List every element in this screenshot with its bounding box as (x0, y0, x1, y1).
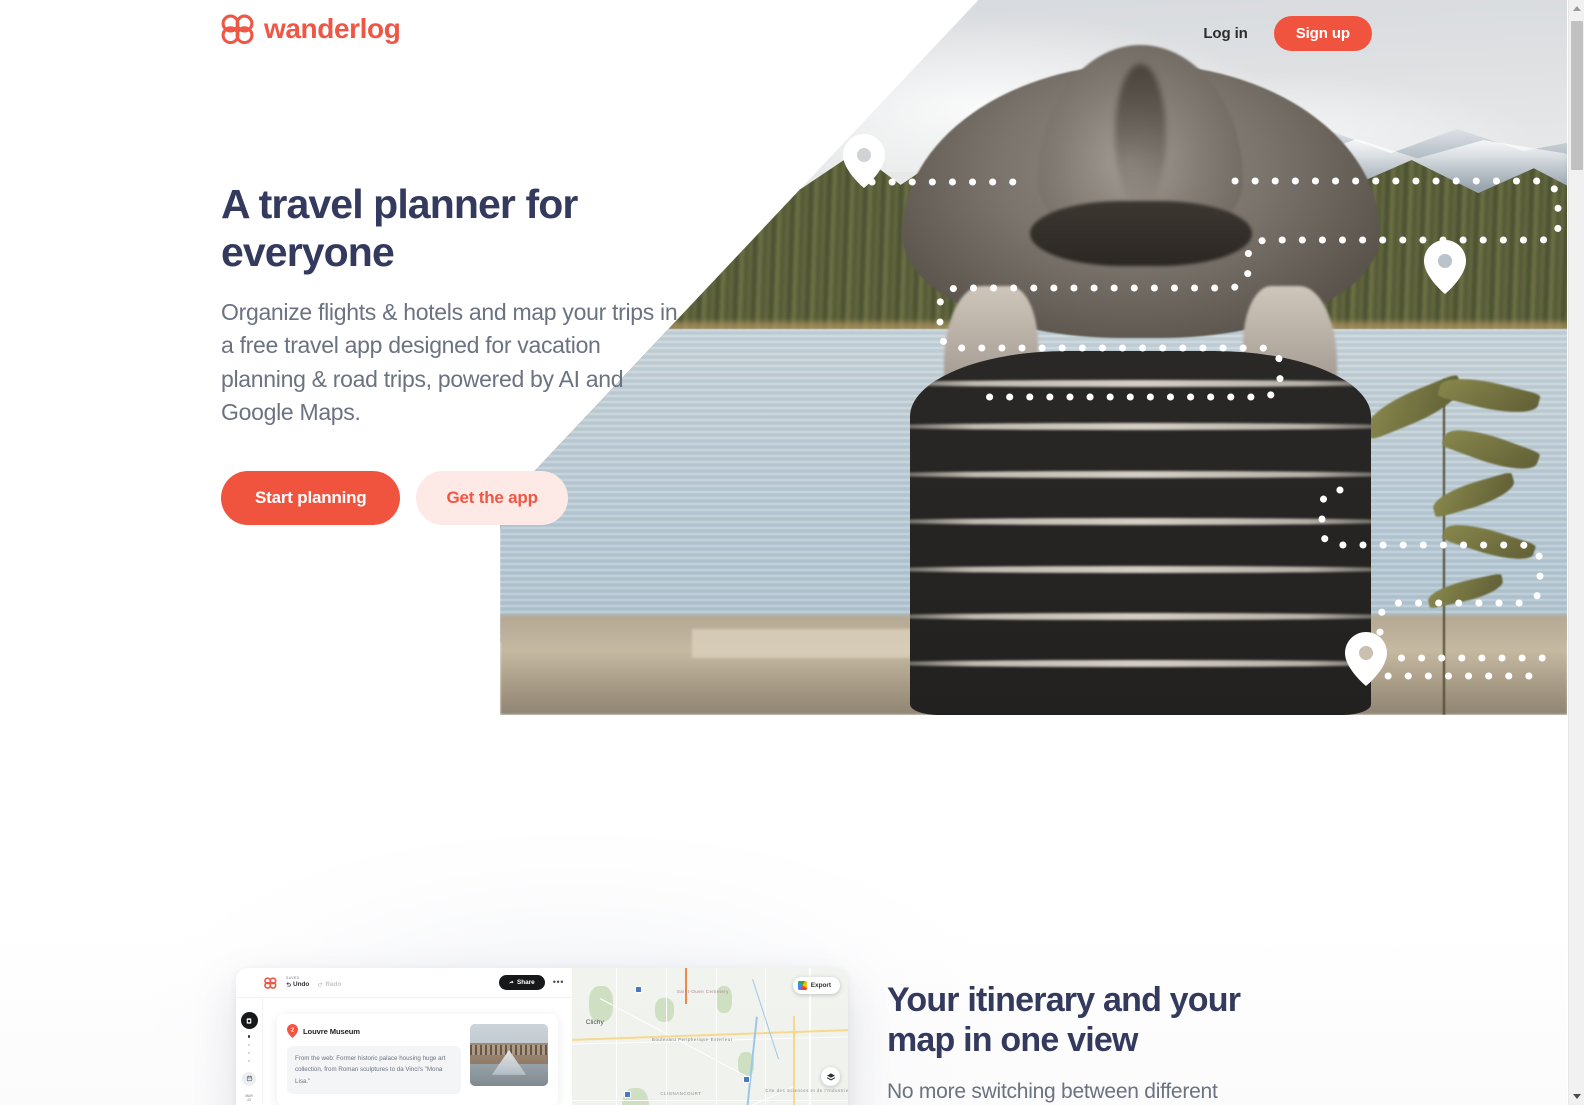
google-maps-icon (797, 981, 807, 990)
mockup-toolbar: SAVED Undo Redo Share ••• (236, 968, 572, 998)
share-label: Share (516, 979, 535, 986)
mockup-left-rail: MAR 23 (236, 998, 263, 1105)
mockup-itinerary-panel: SAVED Undo Redo Share ••• MAR 23 2 Louvr… (236, 968, 572, 1105)
map-poi-marker[interactable] (635, 986, 643, 993)
map-label: Saint-Ouen Cemetery (676, 989, 729, 994)
rail-dot (248, 1051, 250, 1054)
rail-dot (248, 1043, 250, 1046)
login-link[interactable]: Log in (1203, 25, 1247, 42)
share-button[interactable]: Share (498, 975, 545, 990)
share-arrow-icon (509, 980, 514, 984)
site-header: wanderlog Log in Sign up (0, 0, 1568, 64)
itinerary-title: Your itinerary and your map in one view (887, 980, 1287, 1060)
hero-title-line-2: everyone (221, 228, 395, 275)
mockup-map-panel[interactable]: Clichy Saint-Ouen Cemetery Boulevard Per… (572, 968, 848, 1105)
header-nav: Log in Sign up (1203, 16, 1372, 51)
itinerary-title-line-2: map in one view (887, 1021, 1138, 1060)
get-the-app-button[interactable]: Get the app (416, 471, 568, 526)
place-marker-icon: 2 (287, 1024, 298, 1038)
wanderlog-butterfly-logo (264, 976, 277, 989)
itinerary-section: SAVED Undo Redo Share ••• MAR 23 2 Louvr… (0, 715, 1568, 1105)
plant-stem (1442, 378, 1445, 715)
rail-date: MAR 23 (245, 1094, 252, 1102)
hero-copy: A travel planner for everyone Organize f… (221, 181, 691, 526)
rail-calendar-icon[interactable] (242, 1071, 256, 1086)
undo-label: Undo (293, 981, 310, 989)
redo-label: Redo (325, 981, 342, 989)
brand-logo[interactable]: wanderlog (221, 13, 401, 44)
photo-hat-band (1029, 200, 1252, 267)
map-label: CLIGNANCOURT (660, 1091, 702, 1096)
hero-title-line-1: A travel planner for (221, 181, 578, 227)
map-label: Boulevard Peripherique Exterieur (652, 1037, 733, 1042)
triangle-up-icon (1573, 6, 1581, 11)
redo-icon (318, 982, 323, 987)
itinerary-copy: Your itinerary and your map in one view … (887, 980, 1287, 1105)
map-label: Cite des Sciences et de l'Industrie (765, 1088, 848, 1093)
undo-icon (286, 982, 291, 987)
app-screenshot-mockup: SAVED Undo Redo Share ••• MAR 23 2 Louvr… (236, 968, 848, 1105)
hero-section: wanderlog Log in Sign up A travel planne… (0, 0, 1568, 715)
hero-subtitle: Organize flights & hotels and map your t… (221, 299, 678, 426)
undo-button[interactable]: Undo (286, 981, 309, 988)
place-description: From the web: Former historic palace hou… (287, 1046, 461, 1095)
place-header-row: 2 Louvre Museum (287, 1024, 461, 1038)
document-icon (246, 1017, 252, 1024)
itinerary-place-card[interactable]: 2 Louvre Museum From the web: Former his… (277, 1014, 558, 1105)
scroll-down-button[interactable] (1569, 1088, 1584, 1105)
page-content: wanderlog Log in Sign up A travel planne… (0, 0, 1568, 1105)
itinerary-subtitle: No more switching between different (887, 1080, 1218, 1104)
hero-cta-row: Start planning Get the app (221, 471, 691, 526)
place-name: Louvre Museum (303, 1026, 360, 1036)
rail-dot (247, 1035, 251, 1038)
map-layers-button[interactable] (821, 1067, 840, 1086)
rail-date-day: 23 (247, 1097, 251, 1102)
triangle-down-icon (1573, 1094, 1581, 1099)
signup-button[interactable]: Sign up (1273, 16, 1372, 51)
rail-notes-icon[interactable] (240, 1012, 258, 1029)
place-thumbnail (470, 1024, 548, 1086)
hero-title: A travel planner for everyone (221, 181, 691, 276)
rail-dot (248, 1059, 250, 1062)
more-options-button[interactable]: ••• (553, 978, 564, 987)
map-poi-marker[interactable] (624, 1091, 632, 1098)
map-poi-marker[interactable] (743, 1076, 751, 1083)
wanderlog-butterfly-logo (221, 14, 254, 44)
svg-text:2: 2 (291, 1028, 294, 1034)
vertical-scrollbar[interactable] (1568, 0, 1584, 1105)
photo-person (901, 44, 1380, 715)
map-label: Clichy (585, 1019, 604, 1026)
place-card-main: 2 Louvre Museum From the web: Former his… (287, 1024, 461, 1095)
browser-viewport: wanderlog Log in Sign up A travel planne… (0, 0, 1584, 1105)
brand-name: wanderlog (264, 13, 401, 44)
saved-label: SAVED (286, 975, 300, 980)
scroll-up-button[interactable] (1569, 0, 1584, 17)
start-planning-button[interactable]: Start planning (221, 471, 401, 526)
undo-redo-group: Undo Redo (286, 981, 341, 988)
mockup-save-state: SAVED Undo Redo (286, 975, 341, 988)
itinerary-title-line-1: Your itinerary and your (887, 981, 1241, 1019)
map-export-button[interactable]: Export (792, 977, 840, 994)
scrollbar-thumb[interactable] (1571, 21, 1583, 170)
layers-icon (826, 1072, 835, 1080)
redo-button[interactable]: Redo (318, 981, 341, 988)
mockup-itinerary-content: 2 Louvre Museum From the web: Former his… (263, 998, 572, 1105)
calendar-icon (246, 1075, 252, 1082)
photo-plant (1354, 370, 1546, 715)
photo-sweater (910, 350, 1372, 715)
export-label: Export (810, 982, 831, 989)
